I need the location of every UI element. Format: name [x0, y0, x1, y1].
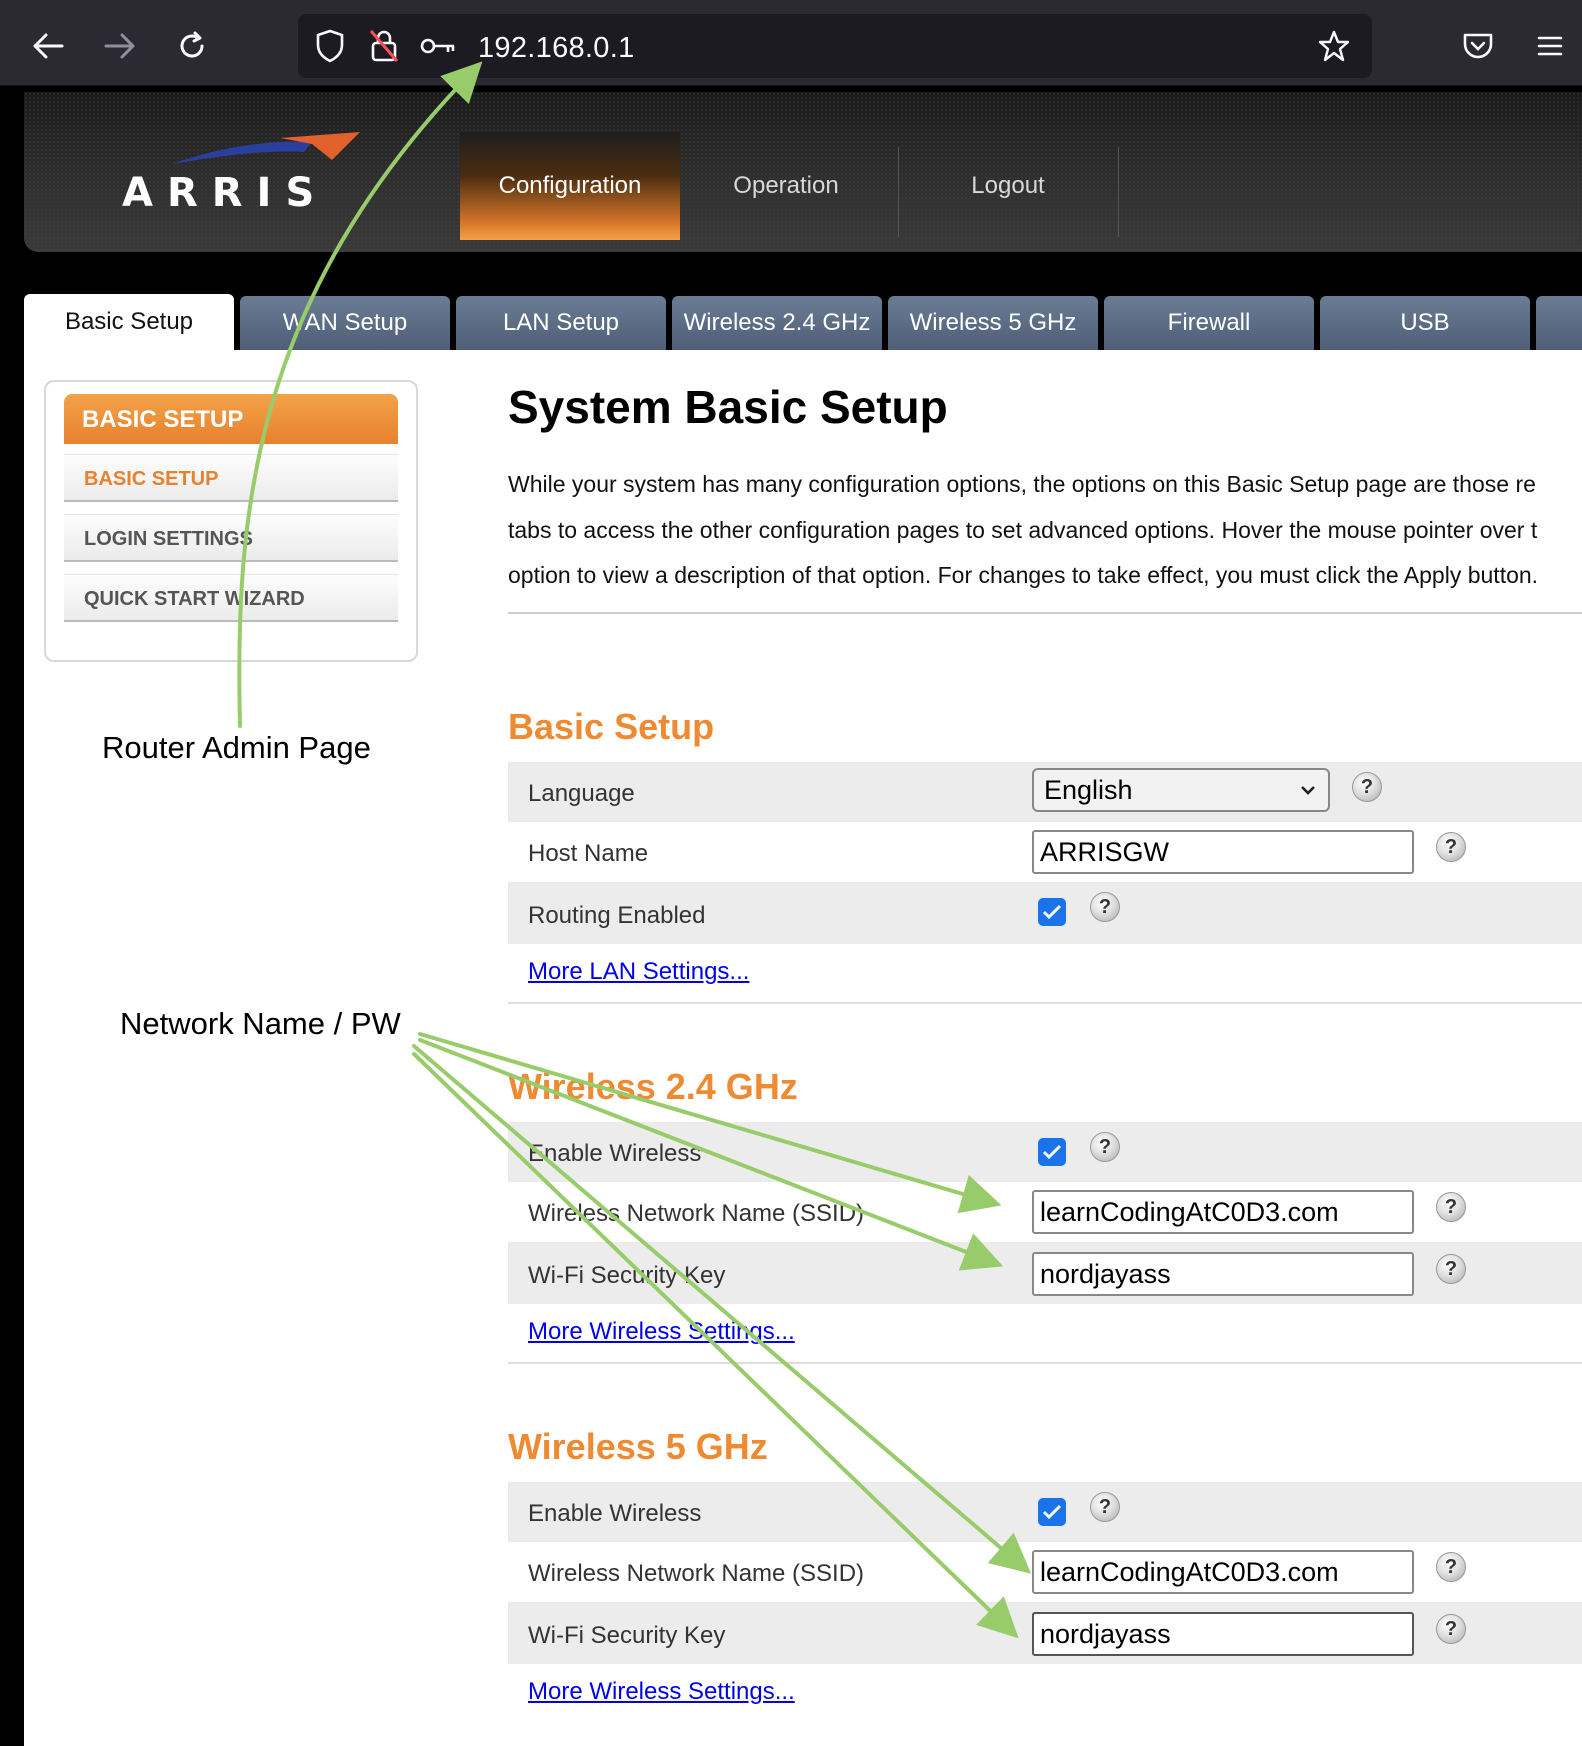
subtab-basic-setup[interactable]: Basic Setup [24, 294, 234, 350]
row-routing-enabled: Routing Enabled ? [508, 882, 1582, 944]
tab-operation[interactable]: Operation [680, 132, 892, 240]
routing-enabled-checkbox[interactable] [1038, 898, 1066, 926]
address-bar[interactable]: 192.168.0.1 [298, 14, 1372, 78]
arris-logo: ARRIS [122, 132, 360, 216]
help-icon[interactable]: ? [1436, 1552, 1466, 1582]
content-area: BASIC SETUP BASIC SETUP LOGIN SETTINGS Q… [24, 350, 1582, 1746]
enable-wireless-label: Enable Wireless [528, 1500, 702, 1527]
help-icon[interactable]: ? [1436, 1254, 1466, 1284]
help-icon[interactable]: ? [1436, 1614, 1466, 1644]
help-icon[interactable]: ? [1090, 892, 1120, 922]
intro-text: While your system has many configuration… [508, 462, 1582, 599]
chevron-down-icon [1301, 786, 1315, 795]
sub-tabs: Basic Setup WAN Setup LAN Setup Wireless… [24, 294, 1582, 350]
tab-logout[interactable]: Logout [902, 132, 1114, 240]
intro-line: While your system has many configuration… [508, 471, 1536, 497]
enable-wireless-24-checkbox[interactable] [1038, 1138, 1066, 1166]
bookmark-star-icon[interactable] [1316, 28, 1352, 64]
intro-line: tabs to access the other configuration p… [508, 516, 1538, 543]
divider [508, 1362, 1582, 1364]
tab-configuration[interactable]: Configuration [460, 132, 680, 240]
subtab-firewall[interactable]: Firewall [1104, 296, 1314, 350]
tab-divider [1118, 147, 1119, 237]
security-key-24-input[interactable]: nordjayass [1032, 1252, 1414, 1296]
language-label: Language [528, 780, 635, 807]
help-icon[interactable]: ? [1436, 1192, 1466, 1222]
section-title-wireless-5: Wireless 5 GHz [508, 1426, 768, 1467]
pocket-icon[interactable] [1454, 22, 1502, 70]
forward-icon[interactable] [96, 22, 144, 70]
row-ssid-5: Wireless Network Name (SSID) learnCoding… [508, 1542, 1582, 1602]
checkmark-icon [1042, 904, 1062, 920]
help-icon[interactable]: ? [1436, 832, 1466, 862]
section-title-wireless-24: Wireless 2.4 GHz [508, 1066, 798, 1107]
divider [508, 1002, 1582, 1004]
row-ssid-24: Wireless Network Name (SSID) learnCoding… [508, 1182, 1582, 1242]
section-title-basic-setup: Basic Setup [508, 706, 715, 747]
side-item-login-settings[interactable]: LOGIN SETTINGS [64, 514, 398, 562]
ssid-24-input[interactable]: learnCodingAtC0D3.com [1032, 1190, 1414, 1234]
more-wireless-settings-5-link[interactable]: More Wireless Settings... [528, 1678, 795, 1706]
subtab-lan-setup[interactable]: LAN Setup [456, 296, 666, 350]
security-key-5-input[interactable]: nordjayass [1032, 1612, 1414, 1656]
row-security-key-24: Wi-Fi Security Key nordjayass ? [508, 1242, 1582, 1304]
page-title: System Basic Setup [508, 381, 948, 433]
router-header: ARRIS Configuration Operation Logout [24, 92, 1582, 252]
row-language: Language English ? [508, 762, 1582, 822]
ssid-label: Wireless Network Name (SSID) [528, 1560, 865, 1587]
enable-wireless-label: Enable Wireless [528, 1140, 702, 1167]
insecure-lock-icon[interactable] [366, 28, 402, 64]
language-select[interactable]: English [1032, 768, 1330, 812]
ssid-5-input[interactable]: learnCodingAtC0D3.com [1032, 1550, 1414, 1594]
help-icon[interactable]: ? [1090, 1492, 1120, 1522]
annotation-router-admin: Router Admin Page [102, 730, 371, 765]
side-menu: BASIC SETUP BASIC SETUP LOGIN SETTINGS Q… [44, 380, 418, 662]
reload-icon[interactable] [168, 22, 216, 70]
checkmark-icon [1042, 1144, 1062, 1160]
subtab-wireless-24[interactable]: Wireless 2.4 GHz [672, 296, 882, 350]
ssid-label: Wireless Network Name (SSID) [528, 1200, 865, 1227]
row-host-name: Host Name ARRISGW ? [508, 822, 1582, 882]
more-lan-settings-link[interactable]: More LAN Settings... [528, 958, 749, 986]
subtab-wireless-5[interactable]: Wireless 5 GHz [888, 296, 1098, 350]
browser-toolbar: 192.168.0.1 [0, 0, 1582, 86]
row-security-key-5: Wi-Fi Security Key nordjayass ? [508, 1602, 1582, 1664]
logo-text: ARRIS [122, 170, 329, 216]
shield-icon[interactable] [312, 28, 348, 64]
security-key-label: Wi-Fi Security Key [528, 1622, 726, 1649]
page: 192.168.0.1 ARRIS Configuration Operatio… [0, 0, 1582, 1746]
tab-divider [898, 147, 899, 237]
divider [508, 612, 1582, 614]
subtab-wan-setup[interactable]: WAN Setup [240, 296, 450, 350]
host-name-input[interactable]: ARRISGW [1032, 830, 1414, 874]
row-enable-wireless-5: Enable Wireless ? [508, 1482, 1582, 1542]
annotation-network-name: Network Name / PW [120, 1006, 401, 1041]
enable-wireless-5-checkbox[interactable] [1038, 1498, 1066, 1526]
host-name-label: Host Name [528, 840, 649, 867]
checkmark-icon [1042, 1504, 1062, 1520]
key-icon[interactable] [420, 28, 456, 64]
more-wireless-settings-24-link[interactable]: More Wireless Settings... [528, 1318, 795, 1346]
language-value: English [1044, 775, 1133, 805]
back-icon[interactable] [24, 22, 72, 70]
url-text[interactable]: 192.168.0.1 [478, 32, 635, 65]
menu-icon[interactable] [1526, 22, 1574, 70]
subtab-usb[interactable]: USB [1320, 296, 1530, 350]
side-item-basic-setup[interactable]: BASIC SETUP [64, 454, 398, 502]
help-icon[interactable]: ? [1090, 1132, 1120, 1162]
subtab-more[interactable] [1536, 296, 1582, 350]
side-menu-header: BASIC SETUP [64, 394, 398, 444]
help-icon[interactable]: ? [1352, 772, 1382, 802]
security-key-label: Wi-Fi Security Key [528, 1262, 726, 1289]
intro-line: option to view a description of that opt… [508, 562, 1539, 588]
side-item-quick-start-wizard[interactable]: QUICK START WIZARD [64, 574, 398, 622]
routing-enabled-label: Routing Enabled [528, 902, 706, 929]
row-enable-wireless-24: Enable Wireless ? [508, 1122, 1582, 1182]
